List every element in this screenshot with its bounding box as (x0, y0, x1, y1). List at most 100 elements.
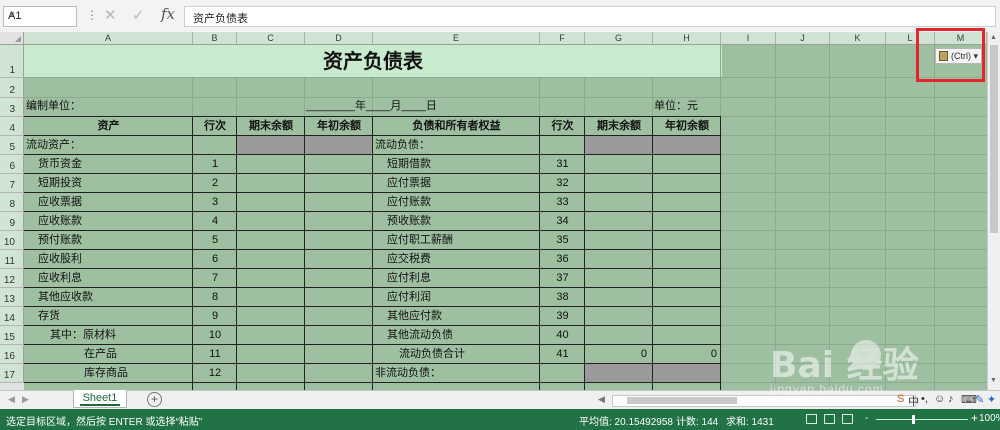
table-header-cell[interactable]: 资产 (24, 117, 193, 136)
table-header-cell[interactable]: 期末余额 (585, 117, 653, 136)
asset-label[interactable]: 货币资金 (38, 155, 82, 174)
total-end-balance[interactable]: 0 (585, 345, 647, 364)
row-header-15[interactable]: 15 (0, 326, 24, 345)
liability-label[interactable]: 预收账款 (387, 212, 431, 231)
asset-label[interactable]: 应收利息 (38, 269, 82, 288)
enter-check-icon[interactable]: ✓ (132, 6, 145, 24)
liability-label[interactable]: 应付账款 (387, 193, 431, 212)
liability-line-no[interactable]: 33 (540, 193, 585, 212)
liability-label[interactable]: 其他流动负债 (387, 326, 453, 345)
asset-label[interactable]: 应收股利 (38, 250, 82, 269)
row-header-5[interactable]: 5 (0, 136, 24, 155)
name-box[interactable]: A1 ▼ (3, 6, 77, 27)
liability-label[interactable]: 应付职工薪酬 (387, 231, 453, 250)
table-header-cell[interactable]: 期末余额 (237, 117, 305, 136)
row-header-11[interactable]: 11 (0, 250, 24, 269)
liability-line-no[interactable]: 37 (540, 269, 585, 288)
horizontal-scroll-thumb[interactable] (627, 397, 737, 404)
status-count[interactable]: 计数: 144 (676, 413, 718, 428)
liability-line-no[interactable]: 36 (540, 250, 585, 269)
row-header-10[interactable]: 10 (0, 231, 24, 250)
date-line[interactable]: ________年____月____日 (306, 97, 437, 116)
liability-line-no[interactable]: 38 (540, 288, 585, 307)
asset-label[interactable]: 流动资产： (26, 136, 81, 155)
table-header-cell[interactable]: 行次 (540, 117, 585, 136)
prev-sheet-icon[interactable]: ◀ (8, 394, 15, 405)
asset-line-no[interactable]: 6 (193, 250, 237, 269)
asset-label[interactable]: 在产品 (84, 345, 117, 364)
liability-label[interactable]: 其他应付款 (387, 307, 442, 326)
row-header-17[interactable]: 17 (0, 364, 24, 383)
column-header-k[interactable]: K (830, 32, 886, 45)
row-header-9[interactable]: 9 (0, 212, 24, 231)
column-header-j[interactable]: J (776, 32, 830, 45)
asset-label[interactable]: 短期投资 (38, 174, 82, 193)
asset-label[interactable]: 预付账款 (38, 231, 82, 250)
zoom-slider[interactable] (876, 419, 968, 420)
formula-input[interactable]: 资产负债表 (184, 6, 996, 27)
asset-line-no[interactable]: 9 (193, 307, 237, 326)
column-header-d[interactable]: D (305, 32, 373, 45)
table-header-cell[interactable]: 年初余额 (653, 117, 721, 136)
row-header-13[interactable]: 13 (0, 288, 24, 307)
liability-label[interactable]: 流动负债： (375, 136, 430, 155)
row-header-3[interactable]: 3 (0, 98, 24, 117)
status-average[interactable]: 平均值: 20.15492958 (579, 413, 673, 428)
column-header-h[interactable]: H (653, 32, 721, 45)
zoom-level[interactable]: 100% (979, 413, 1000, 424)
currency-unit[interactable]: 单位：元 (654, 97, 698, 116)
asset-label[interactable]: 库存商品 (84, 364, 128, 383)
liability-label[interactable]: 应交税费 (387, 250, 431, 269)
asset-line-no[interactable]: 4 (193, 212, 237, 231)
asset-line-no[interactable]: 11 (193, 345, 237, 364)
sheet-title[interactable]: 资产负债表 (24, 45, 722, 78)
normal-view-icon[interactable] (806, 414, 817, 424)
liability-label[interactable]: 非流动负债： (375, 364, 441, 383)
table-header-cell[interactable]: 负债和所有者权益 (373, 117, 540, 136)
liability-line-no[interactable]: 35 (540, 231, 585, 250)
column-header-b[interactable]: B (193, 32, 237, 45)
chevron-down-icon[interactable]: ▼ (8, 10, 73, 19)
liability-label[interactable]: 应付票据 (387, 174, 431, 193)
table-header-cell[interactable]: 行次 (193, 117, 237, 136)
row-header-14[interactable]: 14 (0, 307, 24, 326)
asset-label[interactable]: 应收票据 (38, 193, 82, 212)
liability-label[interactable]: 应付利润 (387, 288, 431, 307)
status-sum[interactable]: 求和: 1431 (726, 413, 774, 428)
cancel-icon[interactable]: ✕ (104, 6, 117, 24)
liability-label[interactable]: 流动负债合计 (399, 345, 465, 364)
row-header-7[interactable]: 7 (0, 174, 24, 193)
liability-line-no[interactable]: 32 (540, 174, 585, 193)
asset-line-no[interactable]: 1 (193, 155, 237, 174)
page-break-view-icon[interactable] (842, 414, 853, 424)
liability-label[interactable]: 应付利息 (387, 269, 431, 288)
insert-function-button[interactable]: fx (161, 5, 175, 23)
column-header-a[interactable]: A (24, 32, 193, 45)
asset-label[interactable]: 存货 (38, 307, 60, 326)
vertical-scroll-thumb[interactable] (990, 45, 998, 233)
page-layout-view-icon[interactable] (824, 414, 835, 424)
asset-line-no[interactable]: 8 (193, 288, 237, 307)
add-sheet-button[interactable]: + (147, 392, 162, 407)
column-header-e[interactable]: E (373, 32, 540, 45)
asset-line-no[interactable]: 2 (193, 174, 237, 193)
asset-label[interactable]: 其他应收款 (38, 288, 93, 307)
zoom-slider-thumb[interactable] (912, 415, 915, 424)
liability-line-no[interactable]: 40 (540, 326, 585, 345)
total-begin-balance[interactable]: 0 (653, 345, 717, 364)
liability-label[interactable]: 短期借款 (387, 155, 431, 174)
row-header-6[interactable]: 6 (0, 155, 24, 174)
asset-line-no[interactable]: 3 (193, 193, 237, 212)
asset-label[interactable]: 其中：原材料 (50, 326, 116, 345)
liability-line-no[interactable]: 39 (540, 307, 585, 326)
liability-line-no[interactable]: 34 (540, 212, 585, 231)
row-header-16[interactable]: 16 (0, 345, 24, 364)
asset-line-no[interactable]: 7 (193, 269, 237, 288)
scroll-up-icon[interactable]: ▲ (990, 34, 997, 41)
liability-line-no[interactable]: 41 (540, 345, 585, 364)
asset-line-no[interactable]: 10 (193, 326, 237, 345)
row-header-8[interactable]: 8 (0, 193, 24, 212)
liability-line-no[interactable]: 31 (540, 155, 585, 174)
scroll-left-icon[interactable]: ◀ (598, 394, 605, 405)
select-all-corner[interactable] (0, 32, 24, 45)
